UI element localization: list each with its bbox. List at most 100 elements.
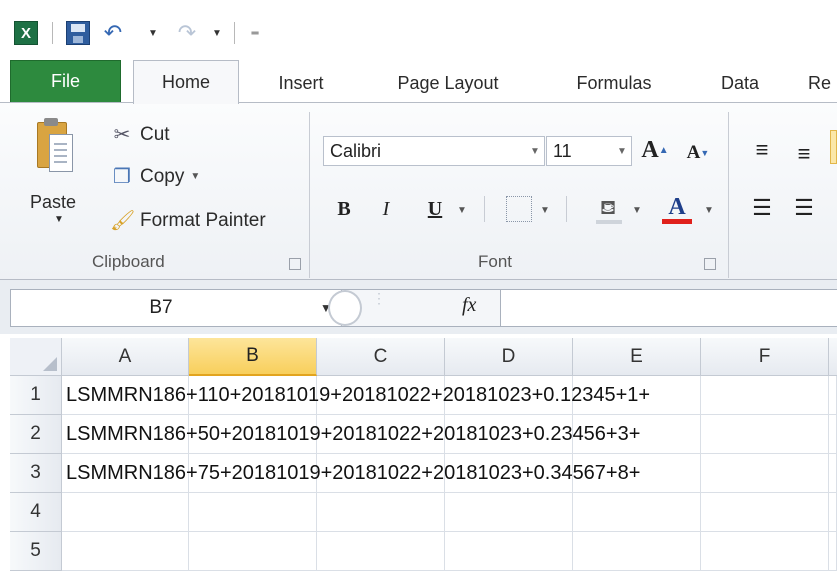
font-launcher-icon[interactable] — [704, 258, 716, 270]
excel-icon[interactable]: X — [14, 21, 38, 45]
save-icon[interactable] — [66, 21, 90, 45]
row-header-1[interactable]: 1 — [10, 376, 62, 415]
format-painter-button[interactable]: 🖌 Format Painter — [110, 208, 266, 233]
grid-cell[interactable] — [62, 493, 189, 532]
row-header-2[interactable]: 2 — [10, 415, 62, 454]
redo-icon[interactable]: ↷ — [172, 19, 202, 47]
qat-separator — [52, 22, 53, 44]
font-size-value: 11 — [553, 140, 572, 161]
grid-cell[interactable] — [317, 493, 445, 532]
font-separator — [566, 196, 567, 222]
font-group-label: Font — [478, 252, 513, 271]
undo-dropdown-icon[interactable]: ▼ — [146, 19, 160, 47]
select-all-button[interactable] — [10, 338, 62, 376]
align-left-icon[interactable]: ☰ — [748, 194, 776, 222]
cell-a2[interactable]: LSMMRN186+50+20181019+20181022+20181023+… — [66, 415, 640, 453]
clipboard-launcher-icon[interactable] — [289, 258, 301, 270]
grid-cell[interactable] — [701, 493, 829, 532]
grid-cell[interactable] — [573, 493, 701, 532]
bottom-align-icon[interactable] — [830, 130, 837, 164]
copy-button[interactable]: ❐ Copy ▼ — [110, 164, 200, 189]
redo-dropdown-icon[interactable]: ▼ — [210, 19, 224, 47]
column-header-e[interactable]: E — [573, 338, 701, 376]
group-separator — [728, 112, 729, 278]
format-painter-label: Format Painter — [140, 209, 266, 231]
underline-button[interactable]: U — [422, 192, 448, 226]
grid-cell[interactable] — [829, 532, 837, 571]
paint-bucket-icon: ⛾ — [599, 196, 617, 219]
align-center-icon[interactable]: ☰ — [790, 194, 818, 222]
grow-font-button[interactable]: A ▲ — [640, 134, 670, 166]
qat-separator — [234, 22, 235, 44]
paste-button[interactable]: Paste — [30, 192, 76, 213]
paste-dropdown-icon[interactable]: ▼ — [54, 214, 64, 225]
copy-dropdown-icon: ▼ — [190, 171, 201, 182]
grid-cell[interactable] — [573, 532, 701, 571]
grid-cell[interactable] — [189, 493, 317, 532]
fill-color-dropdown-icon[interactable]: ▼ — [630, 195, 644, 225]
formula-input[interactable] — [500, 289, 837, 327]
grid-cell[interactable] — [701, 532, 829, 571]
name-box-value: B7 — [149, 297, 173, 318]
scissors-icon: ✂ — [113, 124, 131, 146]
font-color-dropdown-icon[interactable]: ▼ — [702, 195, 716, 225]
grid-cell[interactable] — [701, 415, 829, 454]
shrink-font-button[interactable]: A ▼ — [684, 138, 712, 168]
grid-cell[interactable] — [189, 532, 317, 571]
tab-file[interactable]: File — [10, 60, 121, 102]
grid-cell[interactable] — [445, 493, 573, 532]
grid-cell[interactable] — [701, 376, 829, 415]
grid-cell[interactable] — [62, 532, 189, 571]
formula-bar-splitter-icon[interactable] — [328, 290, 362, 326]
row-header-5[interactable]: 5 — [10, 532, 62, 571]
grid-cell[interactable] — [317, 532, 445, 571]
name-box[interactable]: B7 ▼ — [10, 289, 342, 327]
clipboard-group-label: Clipboard — [92, 252, 165, 271]
tab-review[interactable]: Re — [808, 64, 837, 102]
column-header-g[interactable] — [829, 338, 837, 376]
column-header-d[interactable]: D — [445, 338, 573, 376]
tab-page-layout[interactable]: Page Layout — [372, 64, 524, 102]
cut-label: Cut — [140, 123, 170, 145]
tab-insert[interactable]: Insert — [255, 64, 347, 102]
grid-cell[interactable] — [829, 376, 837, 415]
top-align-icon[interactable]: ≡ — [748, 136, 776, 164]
chevron-down-icon: ▼ — [530, 145, 540, 157]
tab-home[interactable]: Home — [133, 60, 239, 104]
customize-qat-icon[interactable]: ═ — [244, 19, 266, 47]
font-color-button[interactable]: A — [660, 188, 694, 226]
paste-icon[interactable] — [37, 116, 73, 172]
column-header-b[interactable]: B — [189, 338, 317, 376]
insert-function-button[interactable]: fx — [462, 294, 476, 317]
grid-cell[interactable] — [829, 454, 837, 493]
dots-icon: ⋮ — [372, 290, 386, 306]
column-header-a[interactable]: A — [62, 338, 189, 376]
row-header-3[interactable]: 3 — [10, 454, 62, 493]
grid-cell[interactable] — [701, 454, 829, 493]
chevron-down-icon: ▼ — [617, 145, 627, 157]
grid-cell[interactable] — [829, 493, 837, 532]
column-header-c[interactable]: C — [317, 338, 445, 376]
middle-align-icon[interactable]: ≡ — [790, 140, 818, 168]
column-header-f[interactable]: F — [701, 338, 829, 376]
font-name-combo[interactable]: Calibri ▼ — [323, 136, 545, 166]
borders-icon[interactable] — [506, 196, 532, 222]
copy-icon: ❐ — [113, 166, 131, 188]
italic-button[interactable]: I — [372, 192, 400, 226]
bold-button[interactable]: B — [330, 192, 358, 226]
paintbrush-icon: 🖌 — [110, 210, 136, 232]
grid-cell[interactable] — [445, 532, 573, 571]
cell-a3[interactable]: LSMMRN186+75+20181019+20181022+20181023+… — [66, 454, 640, 492]
font-size-combo[interactable]: 11 ▼ — [546, 136, 632, 166]
cell-a1[interactable]: LSMMRN186+110+20181019+20181022+20181023… — [66, 376, 650, 414]
underline-dropdown-icon[interactable]: ▼ — [455, 195, 469, 225]
borders-dropdown-icon[interactable]: ▼ — [538, 195, 552, 225]
fill-color-button[interactable]: ⛾ — [592, 192, 624, 226]
undo-icon[interactable]: ↶ — [98, 19, 128, 47]
row-header-4[interactable]: 4 — [10, 493, 62, 532]
grid-cell[interactable] — [829, 415, 837, 454]
copy-label: Copy — [140, 165, 185, 187]
cut-button[interactable]: ✂ Cut — [110, 122, 170, 147]
tab-data[interactable]: Data — [705, 64, 775, 102]
tab-formulas[interactable]: Formulas — [554, 64, 674, 102]
